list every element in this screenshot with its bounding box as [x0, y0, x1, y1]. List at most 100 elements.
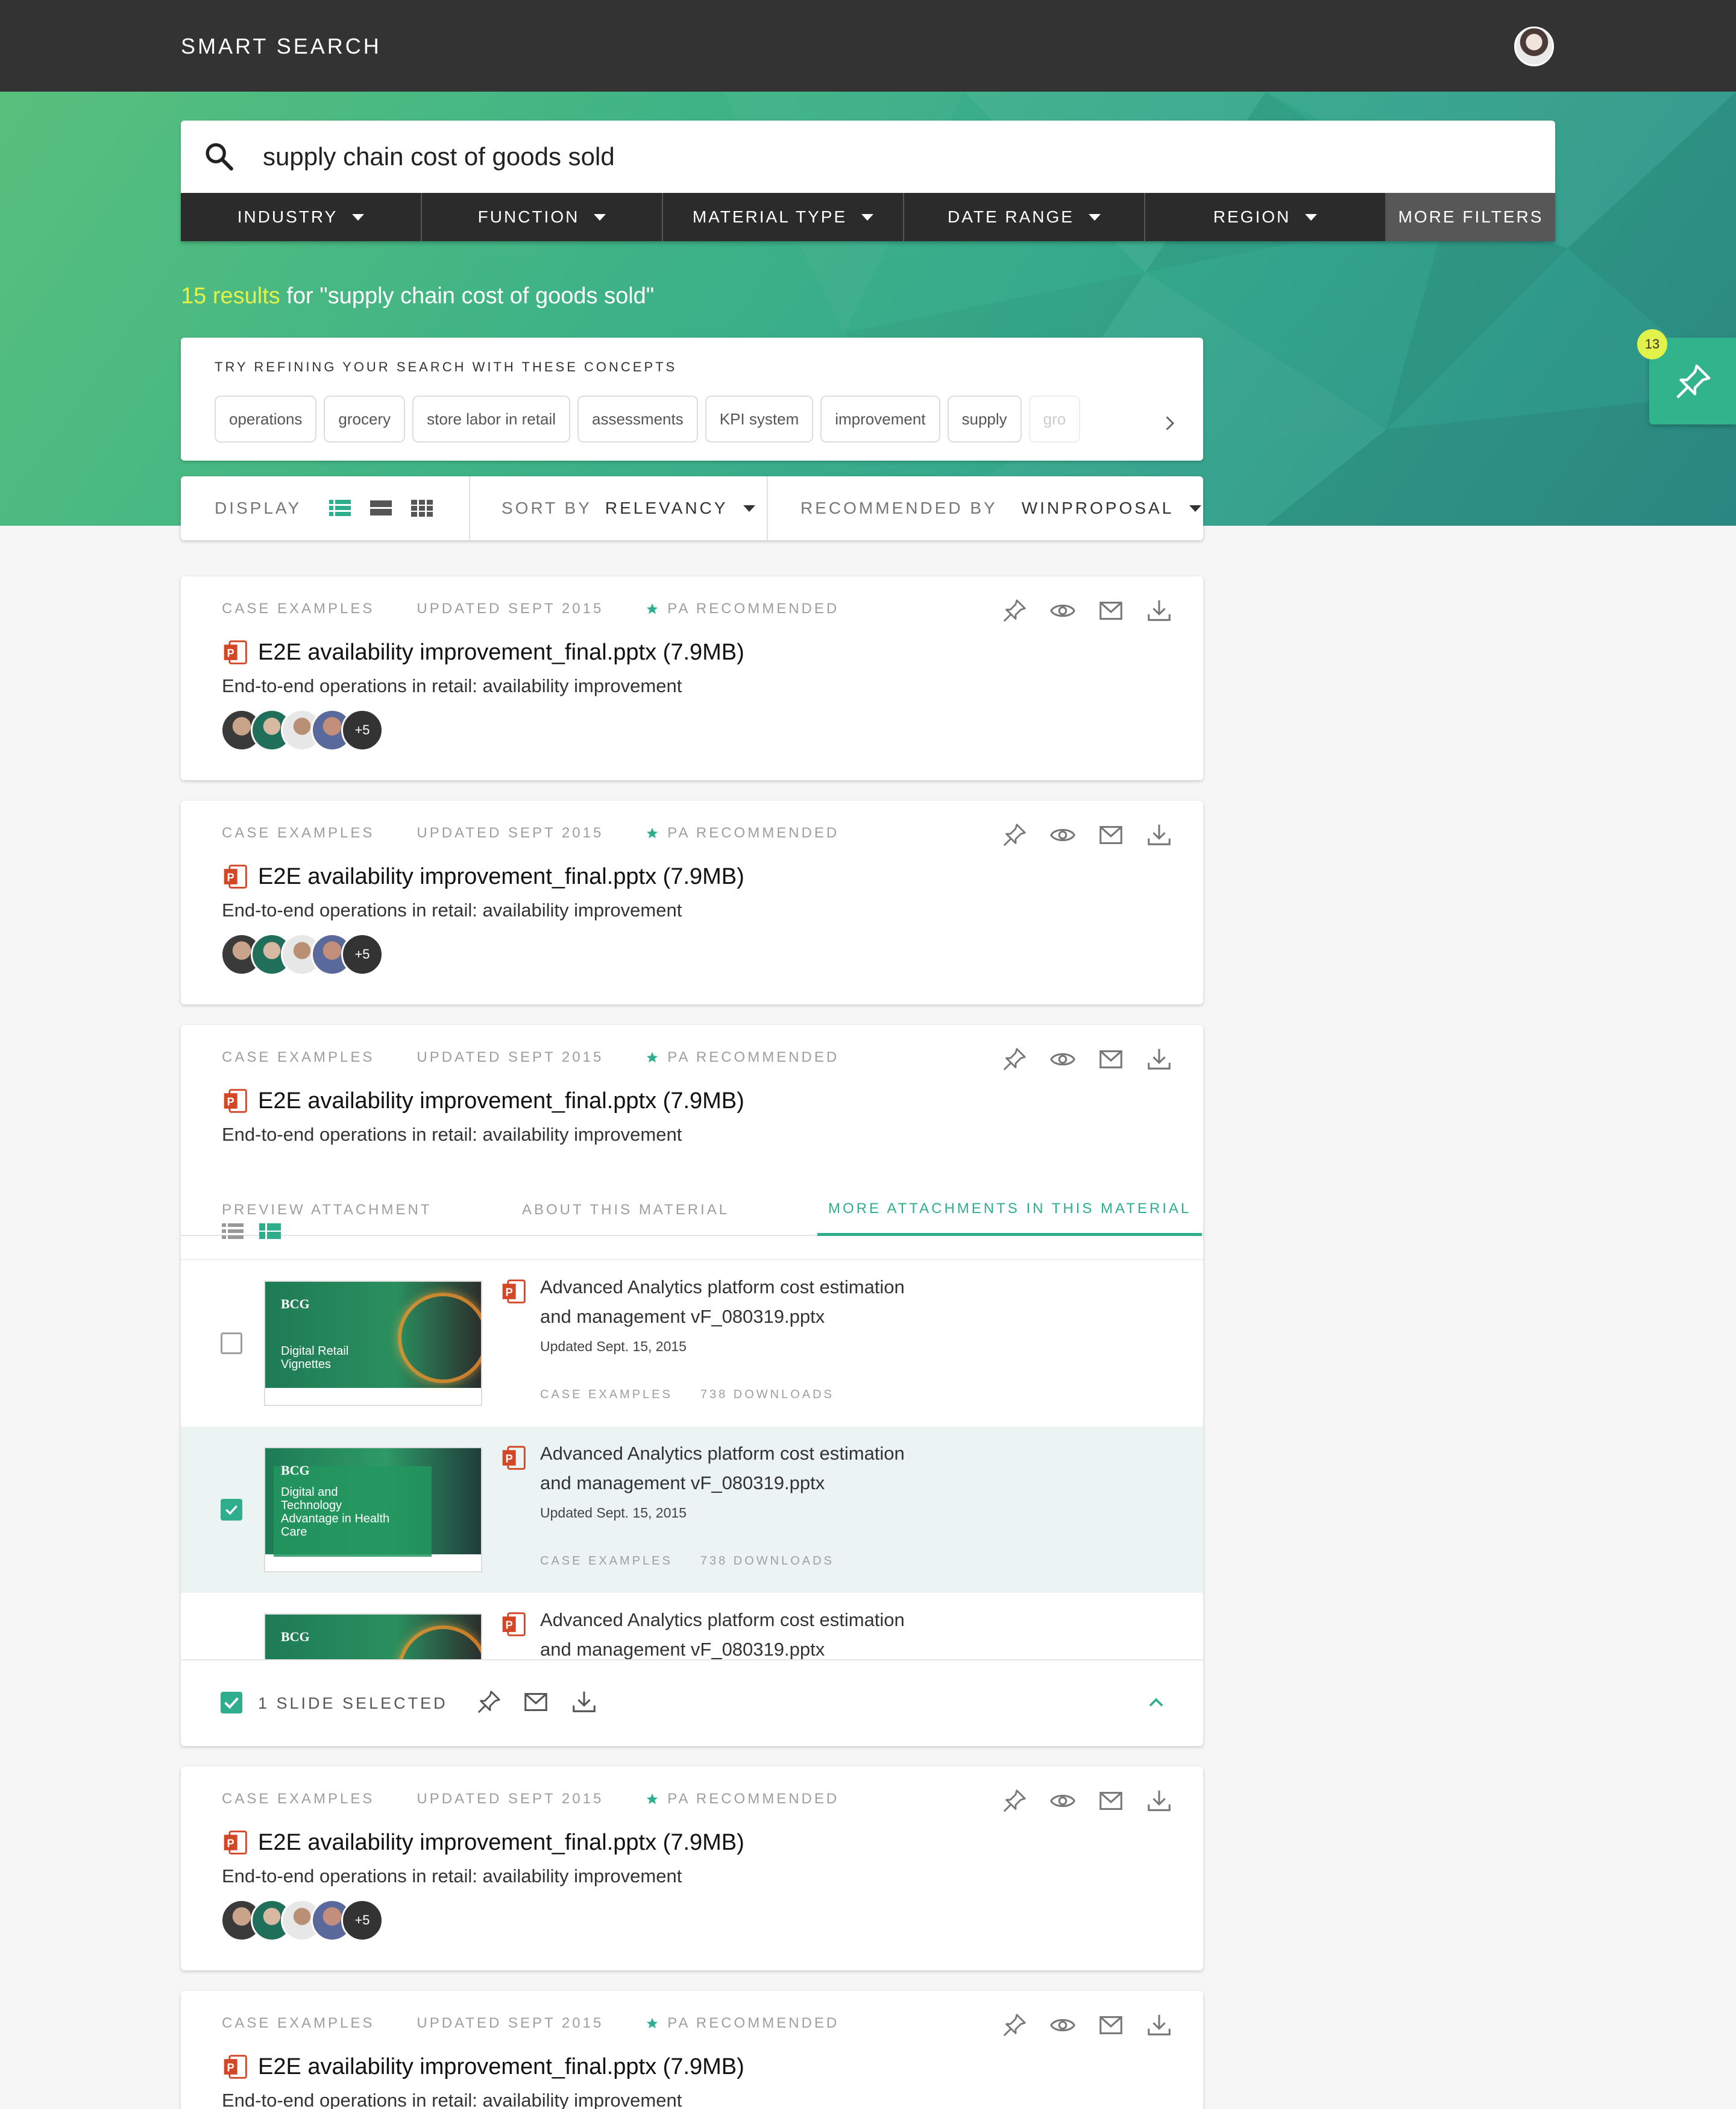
filter-material-type[interactable]: MATERIAL TYPE: [663, 193, 904, 241]
more-contributors-badge[interactable]: +5: [341, 709, 383, 751]
pin-icon[interactable]: [1001, 1045, 1028, 1073]
download-icon[interactable]: [1145, 1787, 1173, 1815]
result-card[interactable]: CASE EXAMPLES UPDATED SEPT 2015 PA RECOM…: [181, 801, 1203, 1004]
file-title[interactable]: P E2E availability improvement_final.ppt…: [222, 863, 744, 890]
grid-view-icon[interactable]: [411, 499, 433, 517]
result-card[interactable]: CASE EXAMPLES UPDATED SEPT 2015 PA RECOM…: [181, 1767, 1203, 1970]
list-view-icon[interactable]: [329, 499, 351, 517]
svg-text:P: P: [227, 1836, 234, 1849]
bcg-logo: BCG: [281, 1629, 310, 1644]
email-icon[interactable]: [1097, 2011, 1125, 2039]
concept-chip[interactable]: KPI system: [705, 396, 814, 443]
download-icon[interactable]: [1145, 2011, 1173, 2039]
attachment-title-line[interactable]: Advanced Analytics platform cost estimat…: [540, 1439, 905, 1468]
pin-icon[interactable]: [1001, 821, 1028, 849]
filter-industry[interactable]: INDUSTRY: [181, 193, 422, 241]
results-count: 15 results: [181, 283, 280, 309]
sort-dropdown[interactable]: SORT BY RELEVANCY: [502, 476, 756, 540]
email-icon[interactable]: [1097, 1045, 1125, 1073]
more-contributors-badge[interactable]: +5: [341, 933, 383, 976]
email-icon[interactable]: [1097, 597, 1125, 625]
card-updated: UPDATED SEPT 2015: [417, 825, 604, 841]
pin-icon[interactable]: [1001, 2011, 1028, 2039]
search-icon[interactable]: [203, 140, 236, 174]
eye-icon[interactable]: [1049, 1787, 1077, 1815]
compact-view-icon[interactable]: [370, 499, 392, 517]
pin-icon[interactable]: [475, 1688, 503, 1716]
star-icon: [647, 1051, 658, 1063]
attachment-row[interactable]: BCG Digital Retail Vignettes P Advanced …: [181, 1260, 1203, 1426]
eye-icon[interactable]: [1049, 821, 1077, 849]
display-label: DISPLAY: [215, 499, 302, 517]
more-filters-button[interactable]: MORE FILTERS: [1386, 193, 1555, 241]
file-title-text: E2E availability improvement_final.pptx …: [258, 1829, 744, 1855]
email-icon[interactable]: [1097, 1787, 1125, 1815]
selection-checkbox[interactable]: [221, 1692, 242, 1713]
filter-region[interactable]: REGION: [1145, 193, 1386, 241]
attachment-title-line[interactable]: Advanced Analytics platform cost estimat…: [540, 1605, 905, 1635]
concepts-label: TRY REFINING YOUR SEARCH WITH THESE CONC…: [215, 359, 678, 374]
filter-date-range[interactable]: DATE RANGE: [904, 193, 1145, 241]
contributors[interactable]: +5: [221, 933, 383, 976]
pa-recommended-label: PA RECOMMENDED: [667, 1791, 840, 1807]
attachment-thumbnail[interactable]: BCG: [264, 1613, 482, 1659]
download-icon[interactable]: [1145, 1045, 1173, 1073]
attachment-title-line[interactable]: Advanced Analytics platform cost estimat…: [540, 1272, 905, 1302]
eye-icon[interactable]: [1049, 597, 1077, 625]
detail-view-icon[interactable]: [259, 1223, 281, 1240]
contributors[interactable]: +5: [221, 709, 383, 751]
chevron-right-icon[interactable]: [1159, 412, 1180, 434]
eye-icon[interactable]: [1049, 1045, 1077, 1073]
concept-chips: operations grocery store labor in retail…: [215, 396, 1081, 443]
more-contributors-badge[interactable]: +5: [341, 1899, 383, 1941]
tab-about-material[interactable]: ABOUT THIS MATERIAL: [522, 1184, 729, 1236]
attachment-row[interactable]: BCG P Advanced Analytics platform cost e…: [181, 1593, 1203, 1659]
attachment-title-line[interactable]: and management vF_080319.pptx: [540, 1302, 825, 1331]
download-icon[interactable]: [1145, 821, 1173, 849]
chevron-up-icon[interactable]: [1144, 1691, 1168, 1715]
file-title[interactable]: P E2E availability improvement_final.ppt…: [222, 639, 744, 666]
concept-chip[interactable]: grocery: [324, 396, 406, 443]
attachment-row-selected[interactable]: BCG Digital and Technology Advantage in …: [181, 1426, 1203, 1593]
list-view-icon[interactable]: [222, 1223, 244, 1240]
concept-chip[interactable]: supply: [947, 396, 1022, 443]
email-icon[interactable]: [522, 1688, 550, 1716]
concept-chip[interactable]: gro: [1028, 396, 1081, 443]
attachment-checkbox-checked[interactable]: [221, 1499, 242, 1521]
eye-icon[interactable]: [1049, 2011, 1077, 2039]
result-card[interactable]: CASE EXAMPLES UPDATED SEPT 2015 PA RECOM…: [181, 1991, 1203, 2109]
file-title[interactable]: P E2E availability improvement_final.ppt…: [222, 1829, 744, 1856]
pin-icon[interactable]: [1001, 1787, 1028, 1815]
tab-more-attachments[interactable]: MORE ATTACHMENTS IN THIS MATERIAL: [817, 1184, 1203, 1236]
filter-material-type-label: MATERIAL TYPE: [692, 207, 848, 226]
attachment-category: CASE EXAMPLES: [540, 1388, 673, 1401]
file-title[interactable]: P E2E availability improvement_final.ppt…: [222, 2054, 744, 2080]
thumbnail-title-line: Digital Retail: [281, 1345, 349, 1358]
attachment-title-line[interactable]: and management vF_080319.pptx: [540, 1635, 825, 1659]
result-card-expanded[interactable]: CASE EXAMPLES UPDATED SEPT 2015 PA RECOM…: [181, 1025, 1203, 1746]
user-avatar[interactable]: [1514, 27, 1554, 66]
search-bar[interactable]: supply chain cost of goods sold: [181, 121, 1555, 193]
pin-icon[interactable]: [1001, 597, 1028, 625]
concept-chip[interactable]: operations: [215, 396, 317, 443]
search-input[interactable]: supply chain cost of goods sold: [263, 142, 615, 171]
file-title-text: E2E availability improvement_final.pptx …: [258, 1088, 744, 1114]
result-card[interactable]: CASE EXAMPLES UPDATED SEPT 2015 PA RECOM…: [181, 576, 1203, 780]
pa-recommended: PA RECOMMENDED: [646, 825, 839, 842]
attachment-checkbox[interactable]: [221, 1332, 242, 1354]
star-icon: [647, 1793, 658, 1805]
filter-function[interactable]: FUNCTION: [422, 193, 663, 241]
concept-chip[interactable]: assessments: [577, 396, 698, 443]
attachment-title-line[interactable]: and management vF_080319.pptx: [540, 1468, 825, 1498]
attachment-thumbnail[interactable]: BCG Digital and Technology Advantage in …: [264, 1447, 482, 1572]
concept-chip[interactable]: improvement: [820, 396, 940, 443]
recommended-dropdown[interactable]: RECOMMENDED BY WINPROPOSAL: [800, 476, 1202, 540]
card-actions: [1001, 2011, 1173, 2039]
download-icon[interactable]: [1145, 597, 1173, 625]
file-title[interactable]: P E2E availability improvement_final.ppt…: [222, 1088, 744, 1114]
attachment-thumbnail[interactable]: BCG Digital Retail Vignettes: [264, 1281, 482, 1406]
download-icon[interactable]: [570, 1688, 598, 1716]
contributors[interactable]: +5: [221, 1899, 383, 1941]
email-icon[interactable]: [1097, 821, 1125, 849]
concept-chip[interactable]: store labor in retail: [412, 396, 571, 443]
